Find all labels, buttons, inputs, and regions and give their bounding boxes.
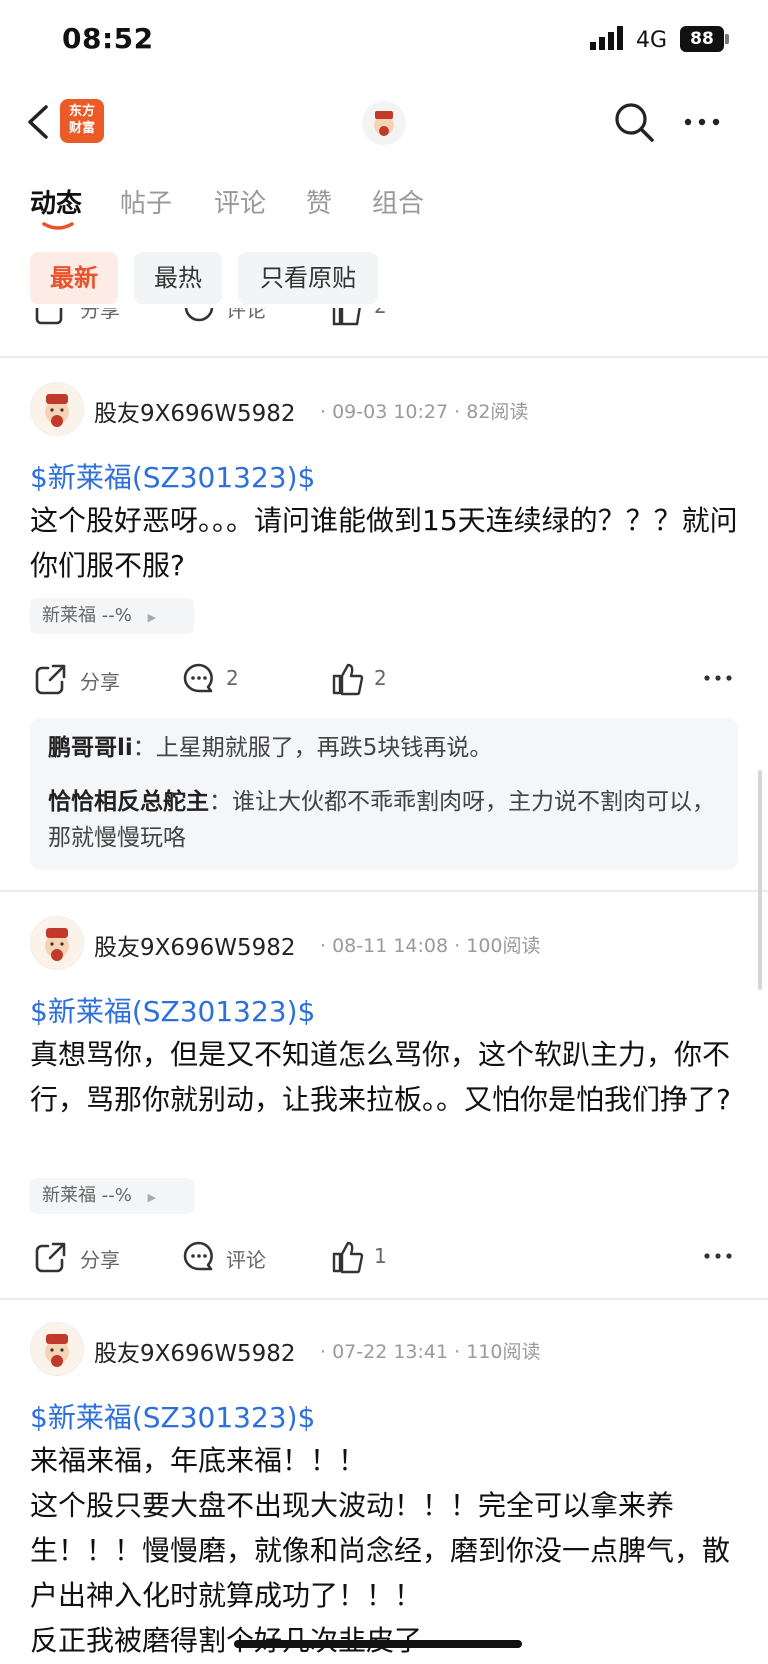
active-tab-indicator: [42, 222, 74, 230]
triangle-right-icon: ▶: [147, 611, 157, 624]
avatar[interactable]: [30, 382, 84, 436]
comment-label[interactable]: 评论: [226, 308, 266, 323]
comments-preview[interactable]: 鹏哥哥li：上星期就服了，再跌5块钱再说。 恰恰相反总舵主：谁让大伙都不乖乖割肉…: [30, 718, 738, 870]
stock-link[interactable]: $新莱福(SZ301323)$: [30, 456, 315, 496]
scrollbar[interactable]: [758, 770, 762, 990]
like-count[interactable]: 2: [374, 308, 387, 318]
post-username[interactable]: 股友9X696W5982: [94, 928, 296, 962]
post-date: 07-22 13:41: [332, 1341, 449, 1363]
post-meta: · 08-11 14:08 · 100阅读: [320, 935, 541, 957]
like-icon[interactable]: [330, 1240, 364, 1274]
post-username[interactable]: 股友9X696W5982: [94, 1334, 296, 1368]
post-line: 来福来福，年底来福！！！: [30, 1444, 367, 1477]
post-date: 09-03 10:27: [332, 401, 449, 423]
comment-icon[interactable]: [182, 308, 216, 326]
post-reads: 100阅读: [466, 935, 541, 957]
post-more-icon[interactable]: [702, 668, 734, 688]
filter-original-only[interactable]: 只看原贴: [238, 252, 378, 304]
tab-dynamics[interactable]: 动态: [30, 183, 82, 220]
comment-author[interactable]: 恰恰相反总舵主: [48, 789, 209, 815]
post-separator: [0, 356, 768, 358]
like-count[interactable]: 1: [374, 1244, 387, 1268]
avatar[interactable]: [30, 1322, 84, 1376]
fortune-god-icon: [374, 111, 394, 136]
signal-icon: [590, 26, 623, 50]
tab-posts[interactable]: 帖子: [120, 183, 172, 220]
comment-label[interactable]: 评论: [226, 1244, 266, 1273]
share-label[interactable]: 分享: [80, 308, 120, 323]
stock-link[interactable]: $新莱福(SZ301323)$: [30, 1396, 315, 1436]
like-icon[interactable]: [330, 308, 364, 326]
post-reads: 82阅读: [466, 401, 529, 423]
back-arrow-icon[interactable]: [24, 104, 52, 140]
comment-icon[interactable]: [182, 1240, 216, 1274]
network-type: 4G: [636, 28, 668, 53]
post-content[interactable]: 真想骂你，但是又不知道怎么骂你，这个软趴主力，你不行，骂那你就别动，让我来拉板。…: [30, 1032, 740, 1122]
fortune-god-icon: [45, 1334, 69, 1367]
more-options-icon[interactable]: [682, 112, 722, 132]
previous-post-actions: 分享 评论 2: [0, 308, 768, 330]
profile-avatar-icon[interactable]: [362, 101, 406, 145]
comment-author[interactable]: 鹏哥哥li: [48, 735, 133, 761]
share-icon[interactable]: [34, 308, 68, 326]
post-date: 08-11 14:08: [332, 935, 449, 957]
comment-text: 上星期就服了，再跌5块钱再说。: [155, 735, 493, 761]
eastmoney-logo[interactable]: 东方 财富: [60, 99, 104, 143]
search-icon[interactable]: [612, 100, 656, 144]
post-reads: 110阅读: [466, 1341, 541, 1363]
stock-link[interactable]: $新莱福(SZ301323)$: [30, 990, 315, 1030]
battery-icon: 88: [680, 26, 724, 52]
post-username[interactable]: 股友9X696W5982: [94, 394, 296, 428]
share-label[interactable]: 分享: [80, 666, 120, 695]
post-content[interactable]: 这个股好恶呀。。。请问谁能做到15天连续绿的？？？就问你们服不服?: [30, 498, 740, 588]
like-count[interactable]: 2: [374, 666, 387, 690]
comment-item[interactable]: 恰恰相反总舵主：谁让大伙都不乖乖割肉呀，主力说不割肉可以，那就慢慢玩咯: [48, 784, 718, 856]
tab-comments[interactable]: 评论: [214, 183, 266, 220]
share-icon[interactable]: [34, 662, 68, 696]
post-line: 这个股只要大盘不出现大波动！！！完全可以拿来养生！！！慢慢磨，就像和尚念经，磨到…: [30, 1489, 731, 1612]
filter-latest[interactable]: 最新: [30, 252, 118, 304]
like-icon[interactable]: [330, 662, 364, 696]
logo-line-2: 财富: [68, 121, 95, 136]
logo-line-1: 东方: [68, 104, 95, 119]
status-time: 08:52: [62, 22, 154, 55]
tab-portfolio[interactable]: 组合: [372, 183, 424, 220]
tab-likes[interactable]: 赞: [306, 183, 332, 220]
stock-tag-label: 新莱福 --%: [42, 1185, 132, 1206]
avatar[interactable]: [30, 916, 84, 970]
post-meta: · 09-03 10:27 · 82阅读: [320, 401, 529, 423]
share-icon[interactable]: [34, 1240, 68, 1274]
post-meta: · 07-22 13:41 · 110阅读: [320, 1341, 541, 1363]
post-separator: [0, 890, 768, 892]
post-separator: [0, 1298, 768, 1300]
filter-hottest[interactable]: 最热: [134, 252, 222, 304]
fortune-god-icon: [45, 928, 69, 961]
fortune-god-icon: [45, 394, 69, 427]
home-indicator[interactable]: [234, 1640, 522, 1648]
stock-tag[interactable]: 新莱福 --% ▶: [30, 598, 194, 634]
stock-tag-label: 新莱福 --%: [42, 605, 132, 626]
comment-count[interactable]: 2: [226, 666, 239, 690]
stock-tag[interactable]: 新莱福 --% ▶: [30, 1178, 194, 1214]
post-content[interactable]: 来福来福，年底来福！！！ 这个股只要大盘不出现大波动！！！完全可以拿来养生！！！…: [30, 1438, 740, 1663]
comment-icon[interactable]: [182, 662, 216, 696]
battery-cap: [725, 34, 729, 44]
triangle-right-icon: ▶: [147, 1191, 157, 1204]
post-more-icon[interactable]: [702, 1246, 734, 1266]
comment-item[interactable]: 鹏哥哥li：上星期就服了，再跌5块钱再说。: [48, 730, 718, 766]
share-label[interactable]: 分享: [80, 1244, 120, 1273]
